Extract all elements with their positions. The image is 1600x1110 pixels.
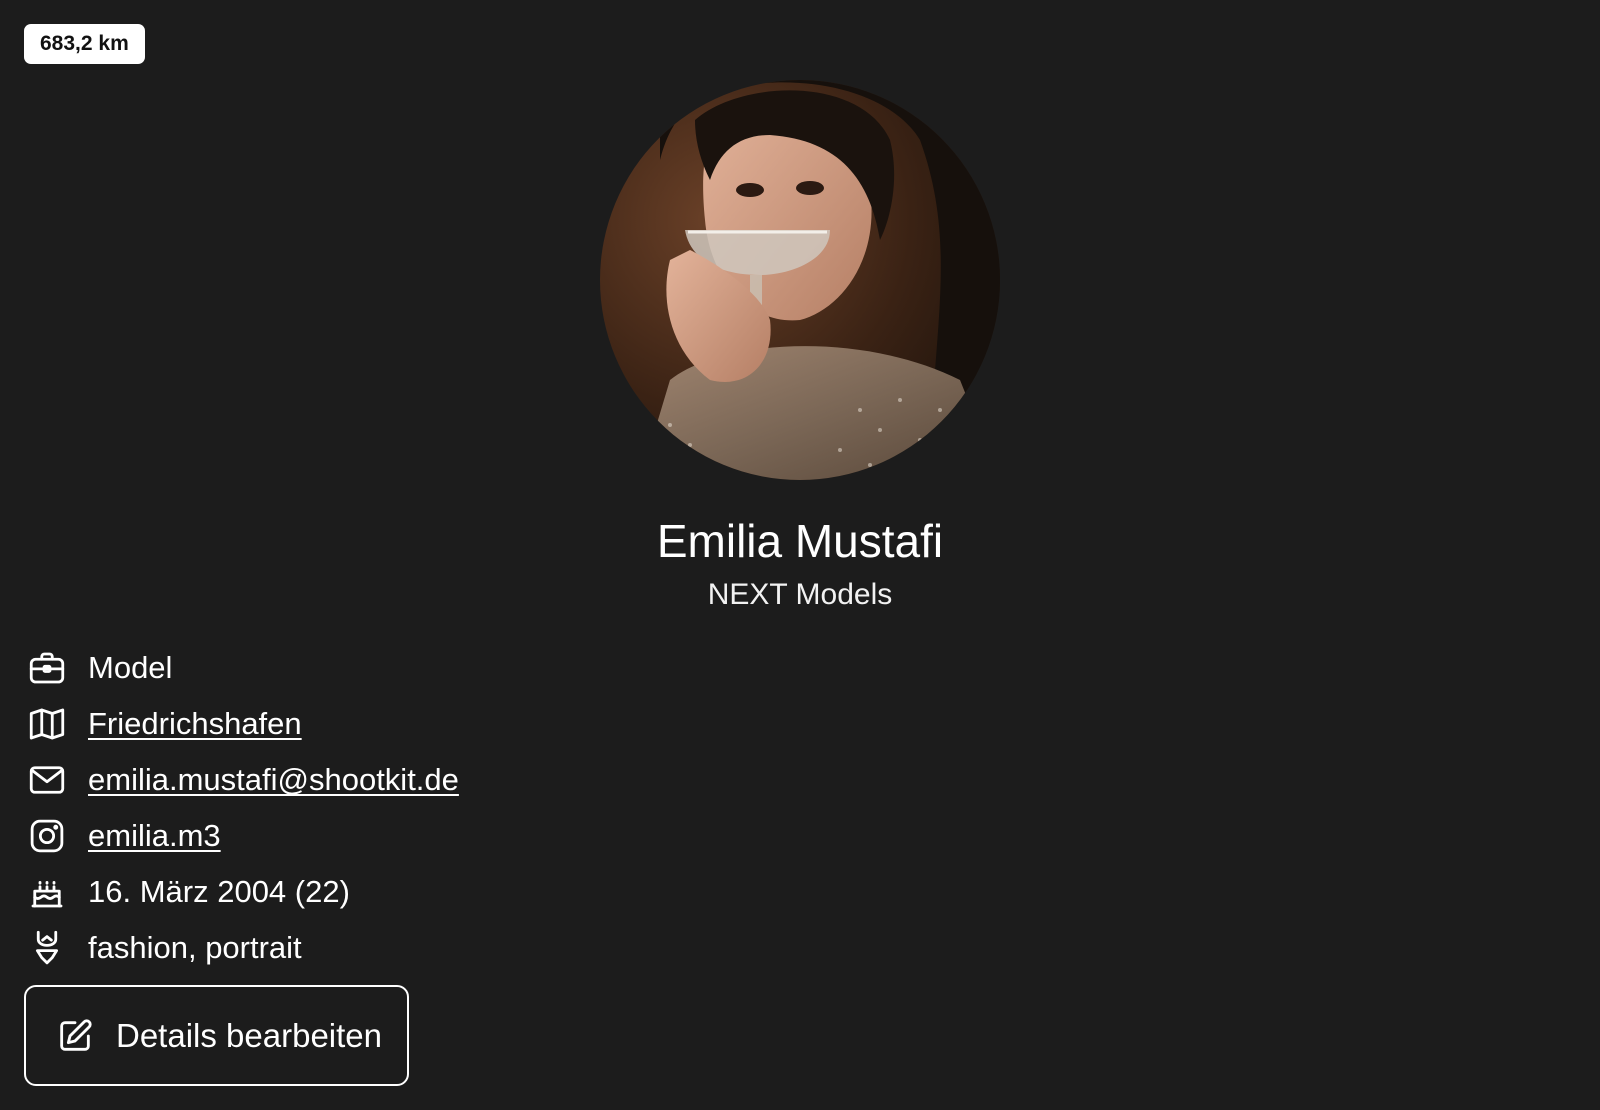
- role-text: Model: [88, 650, 173, 685]
- location-link[interactable]: Friedrichshafen: [88, 704, 302, 744]
- cake-icon: [24, 869, 70, 915]
- distance-badge: 683,2 km: [24, 24, 145, 64]
- detail-location: Friedrichshafen: [24, 696, 459, 752]
- instagram-icon: [24, 813, 70, 859]
- mail-icon: [24, 757, 70, 803]
- detail-birthday: 16. März 2004 (22): [24, 864, 459, 920]
- instagram-link[interactable]: emilia.m3: [88, 816, 221, 856]
- detail-instagram: emilia.m3: [24, 808, 459, 864]
- detail-genres: fashion, portrait: [24, 920, 459, 976]
- genres-text: fashion, portrait: [88, 930, 302, 965]
- profile-agency: NEXT Models: [707, 578, 893, 611]
- profile-name: Emilia Mustafi: [656, 515, 944, 567]
- email-link[interactable]: emilia.mustafi@shootkit.de: [88, 760, 459, 800]
- briefcase-icon: [24, 645, 70, 691]
- edit-details-label: Details bearbeiten: [116, 1016, 382, 1054]
- details-list: Model Friedrichshafen emilia.mustafi@sho…: [24, 640, 459, 976]
- map-icon: [24, 701, 70, 747]
- swimsuit-icon: [24, 925, 70, 971]
- edit-details-button[interactable]: Details bearbeiten: [24, 985, 409, 1086]
- avatar: [600, 80, 1000, 480]
- detail-email: emilia.mustafi@shootkit.de: [24, 752, 459, 808]
- birthday-text: 16. März 2004 (22): [88, 874, 350, 909]
- edit-icon: [54, 1015, 96, 1057]
- detail-role: Model: [24, 640, 459, 696]
